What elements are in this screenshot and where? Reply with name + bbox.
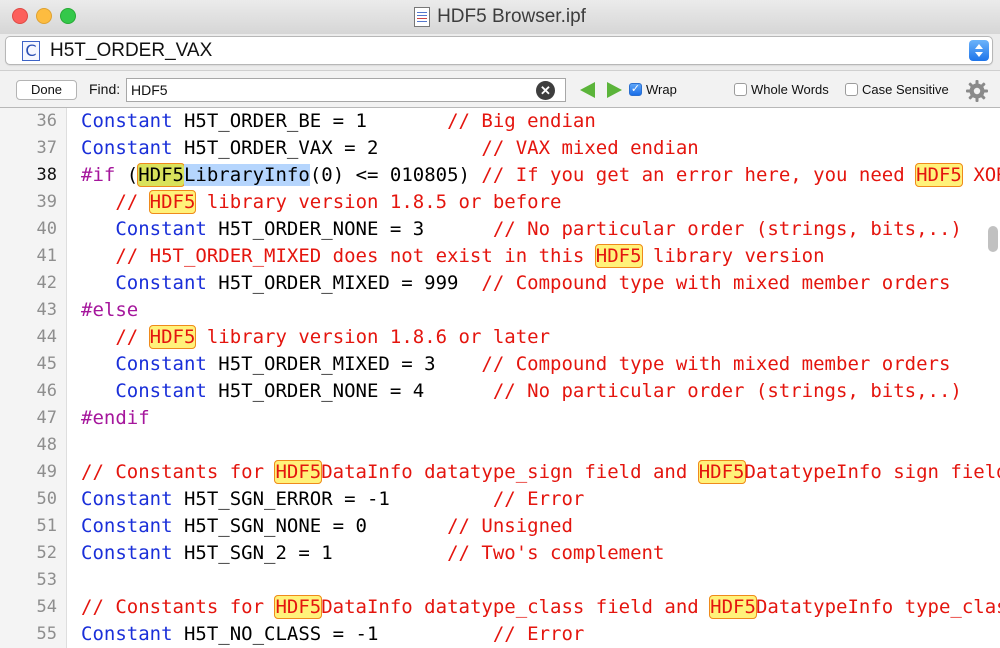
line-number: 45 xyxy=(36,354,57,374)
code-line: 50 Constant H5T_SGN_ERROR = -1 // Error xyxy=(0,486,1000,513)
code-text: #if (HDF5LibraryInfo(0) <= 010805) // If… xyxy=(81,163,1000,187)
title-bar: HDF5 Browser.ipf xyxy=(0,0,1000,34)
line-number: 55 xyxy=(36,624,57,644)
wrap-checkbox[interactable]: ✓ xyxy=(629,83,642,96)
code-text: Constant H5T_ORDER_NONE = 3 // No partic… xyxy=(115,218,962,240)
line-number: 49 xyxy=(36,462,57,482)
window-title: HDF5 Browser.ipf xyxy=(437,6,586,27)
code-text: Constant H5T_NO_CLASS = -1 // Error xyxy=(81,623,585,645)
code-line: 46 Constant H5T_ORDER_NONE = 4 // No par… xyxy=(0,378,1000,405)
find-label: Find: xyxy=(89,81,121,97)
vertical-scrollbar[interactable] xyxy=(988,226,998,252)
code-line: 52 Constant H5T_SGN_2 = 1 // Two's comple… xyxy=(0,540,1000,567)
line-number: 38 xyxy=(36,165,57,185)
document-icon xyxy=(414,7,431,27)
code-line: 40 Constant H5T_ORDER_NONE = 3 // No par… xyxy=(0,216,1000,243)
code-text: // Constants for HDF5DataInfo datatype_c… xyxy=(81,595,1000,619)
code-line: 41 // H5T_ORDER_MIXED does not exist in … xyxy=(0,243,1000,270)
code-line: 43 #else xyxy=(0,297,1000,324)
line-number: 42 xyxy=(36,273,57,293)
code-text: Constant H5T_ORDER_NONE = 4 // No partic… xyxy=(115,380,962,402)
done-button[interactable]: Done xyxy=(16,80,77,100)
procedure-name: H5T_ORDER_VAX xyxy=(50,40,213,61)
code-line: 51 Constant H5T_SGN_NONE = 0 // Unsigned xyxy=(0,513,1000,540)
find-previous-icon[interactable] xyxy=(580,82,595,98)
line-number: 54 xyxy=(36,597,57,617)
line-number: 41 xyxy=(36,246,57,266)
code-text: Constant H5T_ORDER_MIXED = 3 // Compound… xyxy=(115,353,951,375)
constant-type-icon: C xyxy=(22,41,40,61)
code-text: // HDF5 library version 1.8.6 or later xyxy=(115,325,551,349)
wrap-label: Wrap xyxy=(646,82,677,97)
whole-words-checkbox[interactable] xyxy=(734,83,747,96)
code-line: 38 #if (HDF5LibraryInfo(0) <= 010805) // … xyxy=(0,162,1000,189)
line-number: 46 xyxy=(36,381,57,401)
line-number: 43 xyxy=(36,300,57,320)
whole-words-label: Whole Words xyxy=(751,82,829,97)
procedure-selector[interactable]: C H5T_ORDER_VAX xyxy=(5,36,993,65)
code-text: Constant H5T_SGN_ERROR = -1 // Error xyxy=(81,488,585,510)
code-text: // Constants for HDF5DataInfo datatype_s… xyxy=(81,460,1000,484)
code-line: 36 Constant H5T_ORDER_BE = 1 // Big endia… xyxy=(0,108,1000,135)
code-line: 49 // Constants for HDF5DataInfo datatype… xyxy=(0,459,1000,486)
code-line: 54 // Constants for HDF5DataInfo datatype… xyxy=(0,594,1000,621)
code-editor[interactable]: 36 Constant H5T_ORDER_BE = 1 // Big endia… xyxy=(0,108,1000,648)
code-text: Constant H5T_ORDER_BE = 1 // Big endian xyxy=(81,110,596,132)
find-bar: Done Find: HDF5 ✕ ✓ Wrap Whole Words Cas… xyxy=(0,70,1000,108)
line-number: 51 xyxy=(36,516,57,536)
line-number: 36 xyxy=(36,111,57,131)
code-line: 47 #endif xyxy=(0,405,1000,432)
line-number: 37 xyxy=(36,138,57,158)
line-number: 39 xyxy=(36,192,57,212)
code-text: #endif xyxy=(81,407,150,429)
code-line: 45 Constant H5T_ORDER_MIXED = 3 // Compo… xyxy=(0,351,1000,378)
code-line: 39 // HDF5 library version 1.8.5 or befo… xyxy=(0,189,1000,216)
code-text: Constant H5T_SGN_NONE = 0 // Unsigned xyxy=(81,515,573,537)
code-text: // HDF5 library version 1.8.5 or before xyxy=(115,190,562,214)
code-text: Constant H5T_ORDER_VAX = 2 // VAX mixed … xyxy=(81,137,699,159)
code-line: 44 // HDF5 library version 1.8.6 or late… xyxy=(0,324,1000,351)
code-line: 37 Constant H5T_ORDER_VAX = 2 // VAX mixe… xyxy=(0,135,1000,162)
line-number: 52 xyxy=(36,543,57,563)
popup-stepper-icon[interactable] xyxy=(969,40,989,61)
code-text: Constant H5T_ORDER_MIXED = 999 // Compou… xyxy=(115,272,951,294)
case-sensitive-label: Case Sensitive xyxy=(862,82,949,97)
procedure-row: C H5T_ORDER_VAX xyxy=(0,34,1000,68)
line-number: 44 xyxy=(36,327,57,347)
code-text: // H5T_ORDER_MIXED does not exist in thi… xyxy=(115,244,825,268)
case-sensitive-checkbox[interactable] xyxy=(845,83,858,96)
line-number: 48 xyxy=(36,435,57,455)
code-line: 42 Constant H5T_ORDER_MIXED = 999 // Com… xyxy=(0,270,1000,297)
find-input[interactable]: HDF5 xyxy=(126,78,566,102)
code-line: 53 xyxy=(0,567,1000,594)
clear-search-icon[interactable]: ✕ xyxy=(536,81,555,100)
code-text: Constant H5T_SGN_2 = 1 // Two's compleme… xyxy=(81,542,665,564)
line-number: 50 xyxy=(36,489,57,509)
line-number: 53 xyxy=(36,570,57,590)
code-line: 55 Constant H5T_NO_CLASS = -1 // Error xyxy=(0,621,1000,648)
code-text: #else xyxy=(81,299,139,321)
gear-icon[interactable] xyxy=(965,79,989,103)
find-next-icon[interactable] xyxy=(607,82,622,98)
line-number: 47 xyxy=(36,408,57,428)
line-number: 40 xyxy=(36,219,57,239)
code-line: 48 xyxy=(0,432,1000,459)
